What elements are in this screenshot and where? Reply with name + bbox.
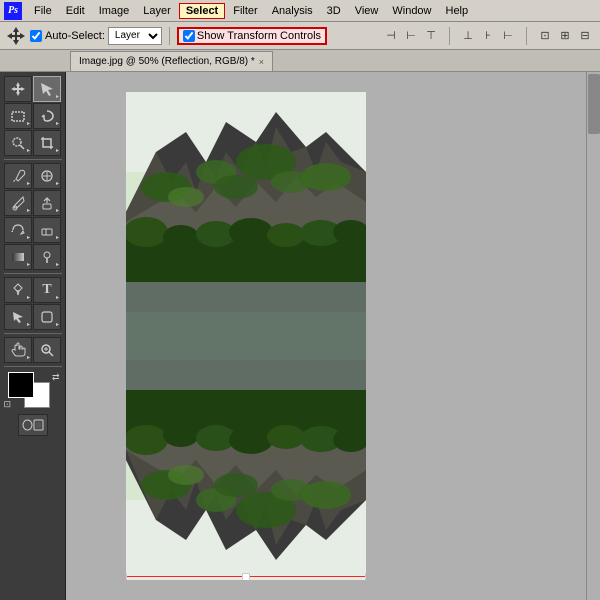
tools-sep-4: [4, 366, 62, 367]
menu-3d[interactable]: 3D: [321, 4, 347, 18]
warp-icon[interactable]: ⊟: [576, 27, 594, 45]
brush-btn[interactable]: ▸: [4, 190, 32, 216]
menu-edit[interactable]: Edit: [60, 4, 91, 18]
menu-file[interactable]: File: [28, 4, 58, 18]
tool-row-10: ▸: [4, 337, 61, 363]
menu-layer[interactable]: Layer: [137, 4, 177, 18]
type-btn[interactable]: T ▸: [33, 277, 61, 303]
menu-help[interactable]: Help: [440, 4, 475, 18]
dodge-btn[interactable]: ▸: [33, 244, 61, 270]
show-transform-group: Show Transform Controls: [177, 27, 327, 45]
rect-marquee-btn[interactable]: ▸: [4, 103, 32, 129]
scrollbar-thumb[interactable]: [588, 74, 600, 134]
tool-row-5: ▸ ▸: [4, 190, 61, 216]
tool-row-6: ▸ ▸: [4, 217, 61, 243]
crop-btn[interactable]: ▸: [33, 130, 61, 156]
options-right-icons: ⊣ ⊢ ⊤ ⊥ ⊦ ⊢ ⊡ ⊞ ⊟: [382, 27, 594, 45]
canvas-container: ◈: [126, 92, 366, 580]
zoom-btn[interactable]: [33, 337, 61, 363]
eraser-btn[interactable]: ▸: [33, 217, 61, 243]
separator-3: [526, 27, 527, 45]
tools-sep-3: [4, 333, 62, 334]
main-area: ▸ ▸ ▸: [0, 72, 600, 600]
eyedropper-btn[interactable]: ▸: [4, 163, 32, 189]
selection-tool-btn[interactable]: ▸: [33, 76, 61, 102]
menu-analysis[interactable]: Analysis: [266, 4, 319, 18]
fg-color-swatch[interactable]: [8, 372, 34, 398]
shape-btn[interactable]: ▸: [33, 304, 61, 330]
tools-panel: ▸ ▸ ▸: [0, 72, 66, 600]
tool-row-3: ▸ ▸: [4, 130, 61, 156]
menu-bar: Ps File Edit Image Layer Select Filter A…: [0, 0, 600, 22]
show-transform-checkbox[interactable]: [183, 30, 195, 42]
tools-sep-1: [4, 159, 62, 160]
menu-select[interactable]: Select: [179, 3, 225, 19]
hand-btn[interactable]: ▸: [4, 337, 32, 363]
align-right-icon[interactable]: ⊤: [422, 27, 440, 45]
image-bottom: ◈: [126, 336, 366, 580]
layer-select-dropdown[interactable]: Layer Group: [108, 27, 162, 45]
separator-1: [169, 27, 170, 45]
image-top: [126, 92, 366, 336]
align-center-h-icon[interactable]: ⊢: [402, 27, 420, 45]
history-brush-btn[interactable]: ▸: [4, 217, 32, 243]
tool-row-4: ▸ ▸: [4, 163, 61, 189]
auto-select-label: Auto-Select:: [45, 30, 105, 42]
options-bar: Auto-Select: Layer Group Show Transform …: [0, 22, 600, 50]
show-transform-label: Show Transform Controls: [197, 30, 321, 42]
menu-view[interactable]: View: [349, 4, 385, 18]
menu-filter[interactable]: Filter: [227, 4, 263, 18]
app-logo: Ps: [4, 2, 22, 20]
distribute-top-icon[interactable]: ⊥: [459, 27, 477, 45]
tab-bar: Image.jpg @ 50% (Reflection, RGB/8) * ×: [0, 50, 600, 72]
distribute-center-v-icon[interactable]: ⊦: [479, 27, 497, 45]
tool-row-9: ▸ ▸: [4, 304, 61, 330]
auto-select-checkbox[interactable]: [30, 30, 42, 42]
canvas-area: ◈: [66, 72, 600, 600]
tool-row-8: ▸ T ▸: [4, 277, 61, 303]
color-swatch-area: ⇄ ⊡: [4, 372, 62, 410]
pen-btn[interactable]: ▸: [4, 277, 32, 303]
menu-image[interactable]: Image: [93, 4, 136, 18]
tool-row-2: ▸ ▸: [4, 103, 61, 129]
separator-2: [449, 27, 450, 45]
vertical-scrollbar[interactable]: [586, 72, 600, 600]
path-select-btn[interactable]: ▸: [4, 304, 32, 330]
tools-sep-2: [4, 273, 62, 274]
swap-colors-icon[interactable]: ⇄: [52, 372, 60, 383]
quick-mask-btn[interactable]: [18, 414, 48, 436]
tool-row-7: ▸ ▸: [4, 244, 61, 270]
move-tool-btn[interactable]: [4, 76, 32, 102]
arrange-icon[interactable]: ⊡: [536, 27, 554, 45]
distribute-bottom-icon[interactable]: ⊢: [499, 27, 517, 45]
move-tool-icon: [6, 26, 26, 46]
quick-select-btn[interactable]: ▸: [4, 130, 32, 156]
menu-window[interactable]: Window: [386, 4, 437, 18]
document-tab[interactable]: Image.jpg @ 50% (Reflection, RGB/8) * ×: [70, 51, 273, 71]
tool-row-1: ▸: [4, 76, 61, 102]
lasso-btn[interactable]: ▸: [33, 103, 61, 129]
default-colors-icon[interactable]: ⊡: [4, 399, 12, 410]
doc-tab-close[interactable]: ×: [259, 57, 264, 67]
gradient-btn[interactable]: ▸: [4, 244, 32, 270]
doc-tab-title: Image.jpg @ 50% (Reflection, RGB/8) *: [79, 56, 255, 67]
heal-btn[interactable]: ▸: [33, 163, 61, 189]
align-left-icon[interactable]: ⊣: [382, 27, 400, 45]
transform-icon[interactable]: ⊞: [556, 27, 574, 45]
clone-stamp-btn[interactable]: ▸: [33, 190, 61, 216]
